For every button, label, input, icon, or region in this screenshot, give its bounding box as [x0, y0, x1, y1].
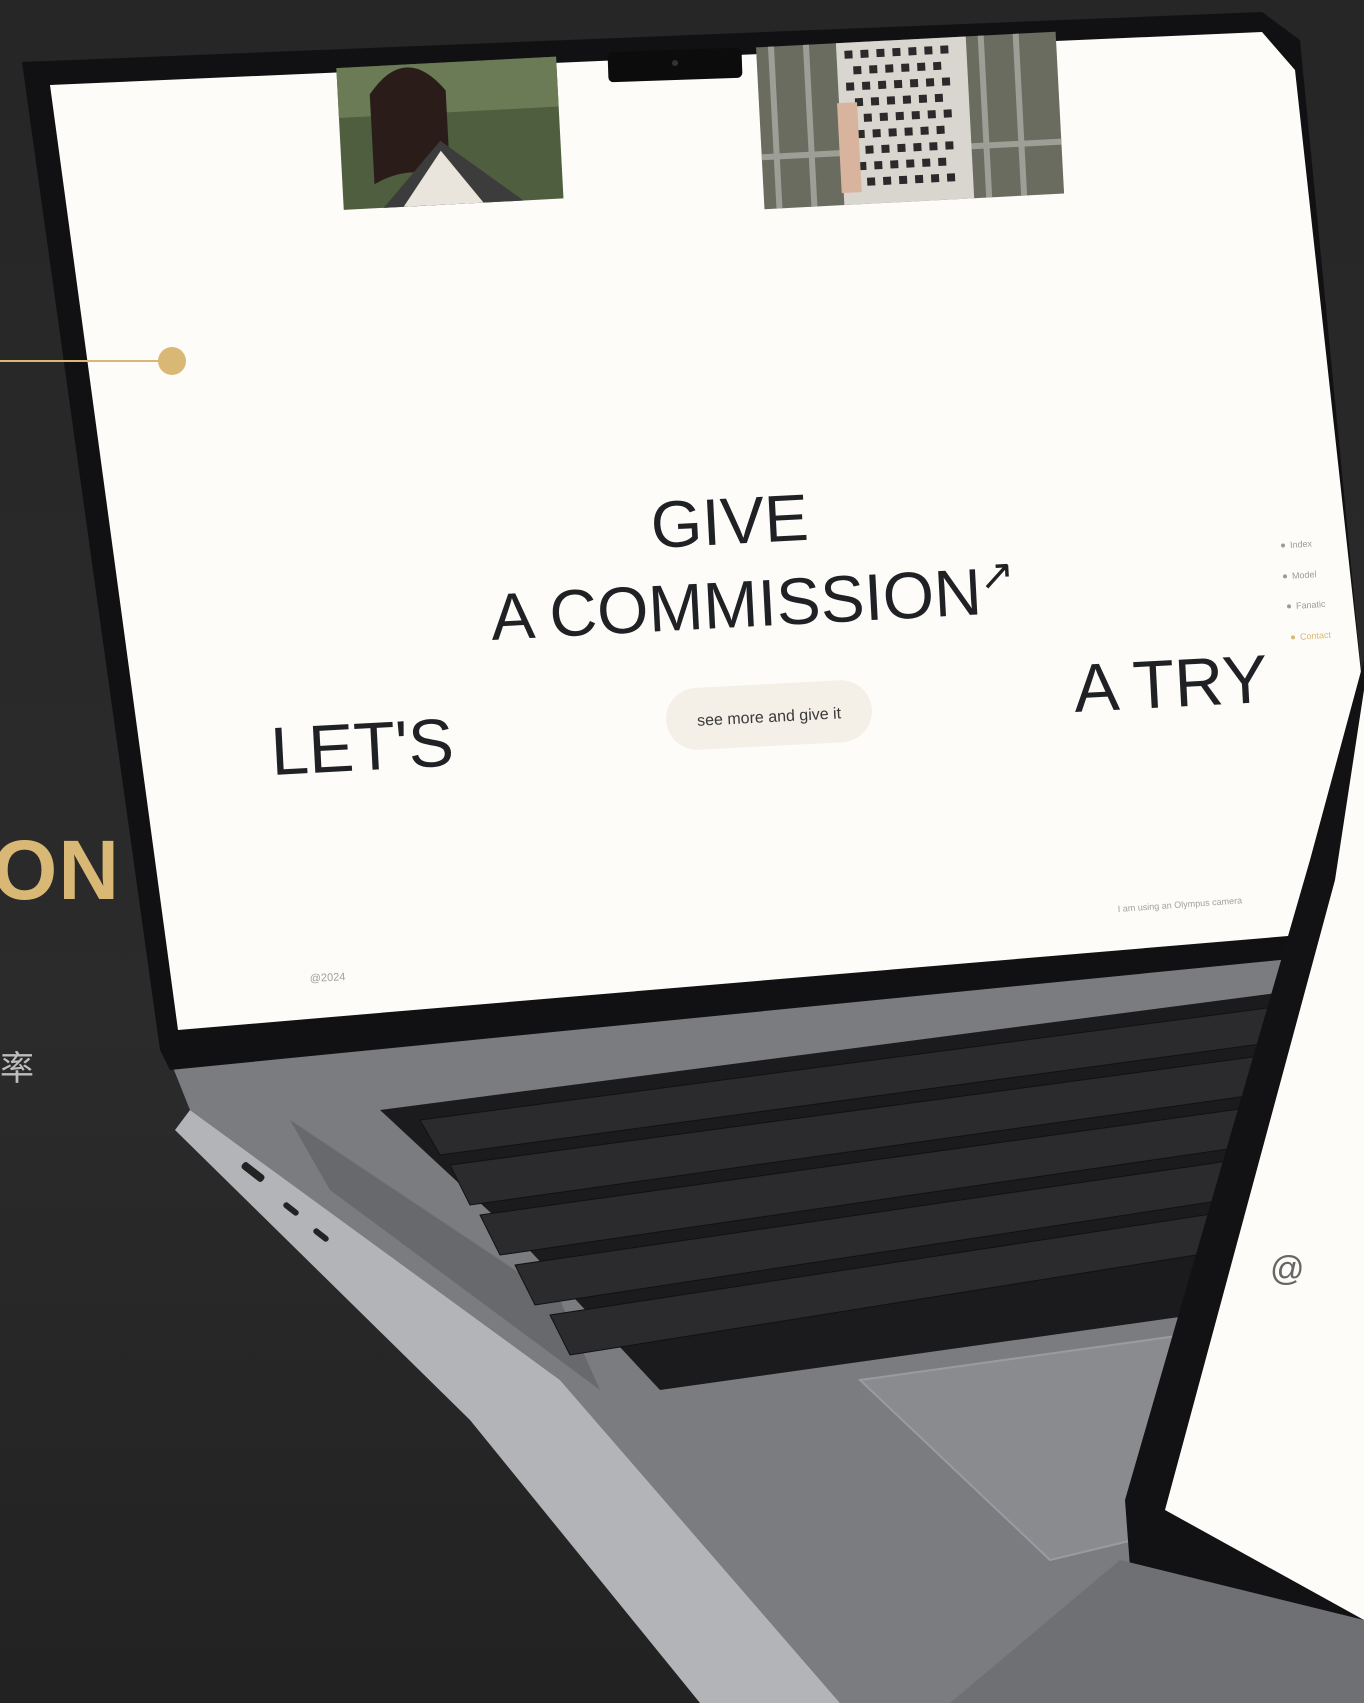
tablet-at-symbol: @	[1270, 1250, 1305, 1288]
headline-give: GIVE	[649, 480, 810, 562]
section-heading: ON	[0, 823, 120, 917]
portrait-photo-right	[756, 31, 1065, 210]
cta-button[interactable]: see more and give it	[665, 679, 874, 752]
side-nav-label: Model	[1292, 569, 1317, 581]
side-nav-label: Fanatic	[1296, 599, 1327, 611]
headline-a-try: A TRY	[1072, 641, 1270, 727]
side-nav-label: Index	[1290, 538, 1313, 550]
laptop-mockup: GIVE A COMMISSION ↗ LET'S A TRY see more…	[22, 12, 1364, 1703]
camera-lens	[672, 60, 678, 66]
headline-lets: LET'S	[269, 705, 456, 790]
section-subtitle: 率	[0, 1049, 34, 1089]
commission-arrow-icon[interactable]: ↗	[978, 550, 1016, 599]
footer-left-text: @2024	[310, 971, 346, 985]
portrait-photo-left	[336, 56, 564, 210]
connector-line	[0, 360, 172, 362]
connector-dot	[158, 347, 186, 375]
